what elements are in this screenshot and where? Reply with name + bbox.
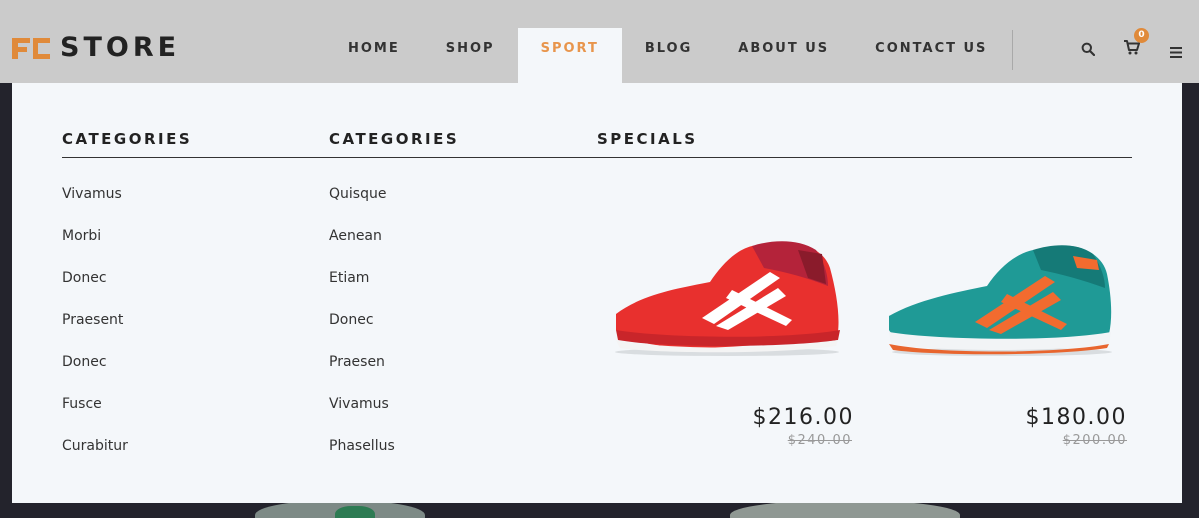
- category-link[interactable]: Vivamus: [62, 185, 128, 227]
- logo-mark-icon: [12, 35, 52, 61]
- product-old-price: $240.00: [787, 433, 852, 448]
- category-list: Quisque Aenean Etiam Donec Praesen Vivam…: [329, 185, 395, 479]
- category-link[interactable]: Donec: [329, 311, 395, 353]
- category-link[interactable]: Etiam: [329, 269, 395, 311]
- product-price: $180.00: [1025, 405, 1127, 430]
- nav-shop[interactable]: SHOP: [423, 28, 518, 83]
- category-link[interactable]: Praesent: [62, 311, 128, 353]
- logo[interactable]: STORE: [12, 34, 180, 62]
- category-link[interactable]: Donec: [62, 353, 128, 395]
- category-link[interactable]: Vivamus: [329, 395, 395, 437]
- nav-home[interactable]: HOME: [325, 28, 423, 83]
- categories-title: CATEGORIES: [329, 130, 460, 148]
- site-header: STORE HOME SHOP SPORT BLOG ABOUT US CONT…: [0, 0, 1199, 83]
- category-link[interactable]: Donec: [62, 269, 128, 311]
- cart-count-badge: 0: [1134, 28, 1149, 43]
- teal-running-shoe-image: [889, 245, 1112, 356]
- nav-contact-us[interactable]: CONTACT US: [852, 28, 1010, 83]
- product-price: $216.00: [752, 405, 854, 430]
- header-divider: [1012, 30, 1013, 70]
- category-link[interactable]: Fusce: [62, 395, 128, 437]
- nav-about-us[interactable]: ABOUT US: [715, 28, 852, 83]
- cart-icon[interactable]: [1124, 40, 1140, 59]
- search-icon[interactable]: [1081, 41, 1096, 60]
- specials-title: SPECIALS: [597, 130, 698, 148]
- title-divider: [62, 157, 1132, 158]
- category-list: Vivamus Morbi Donec Praesent Donec Fusce…: [62, 185, 128, 479]
- red-running-shoe-image: [615, 241, 840, 356]
- main-nav: HOME SHOP SPORT BLOG ABOUT US CONTACT US: [325, 28, 1010, 83]
- product-old-price: $200.00: [1062, 433, 1127, 448]
- category-link[interactable]: Aenean: [329, 227, 395, 269]
- special-product-card[interactable]: $180.00 $200.00: [877, 218, 1137, 458]
- mega-menu: CATEGORIES CATEGORIES SPECIALS Vivamus M…: [12, 83, 1182, 503]
- nav-sport[interactable]: SPORT: [517, 28, 622, 83]
- category-link[interactable]: Curabitur: [62, 437, 128, 479]
- nav-blog[interactable]: BLOG: [622, 28, 715, 83]
- logo-text: STORE: [60, 32, 181, 63]
- categories-title: CATEGORIES: [62, 130, 193, 148]
- category-link[interactable]: Quisque: [329, 185, 395, 227]
- category-link[interactable]: Morbi: [62, 227, 128, 269]
- category-link[interactable]: Praesen: [329, 353, 395, 395]
- hamburger-menu-icon[interactable]: [1170, 43, 1182, 62]
- special-product-card[interactable]: $216.00 $240.00: [602, 218, 862, 458]
- category-link[interactable]: Phasellus: [329, 437, 395, 479]
